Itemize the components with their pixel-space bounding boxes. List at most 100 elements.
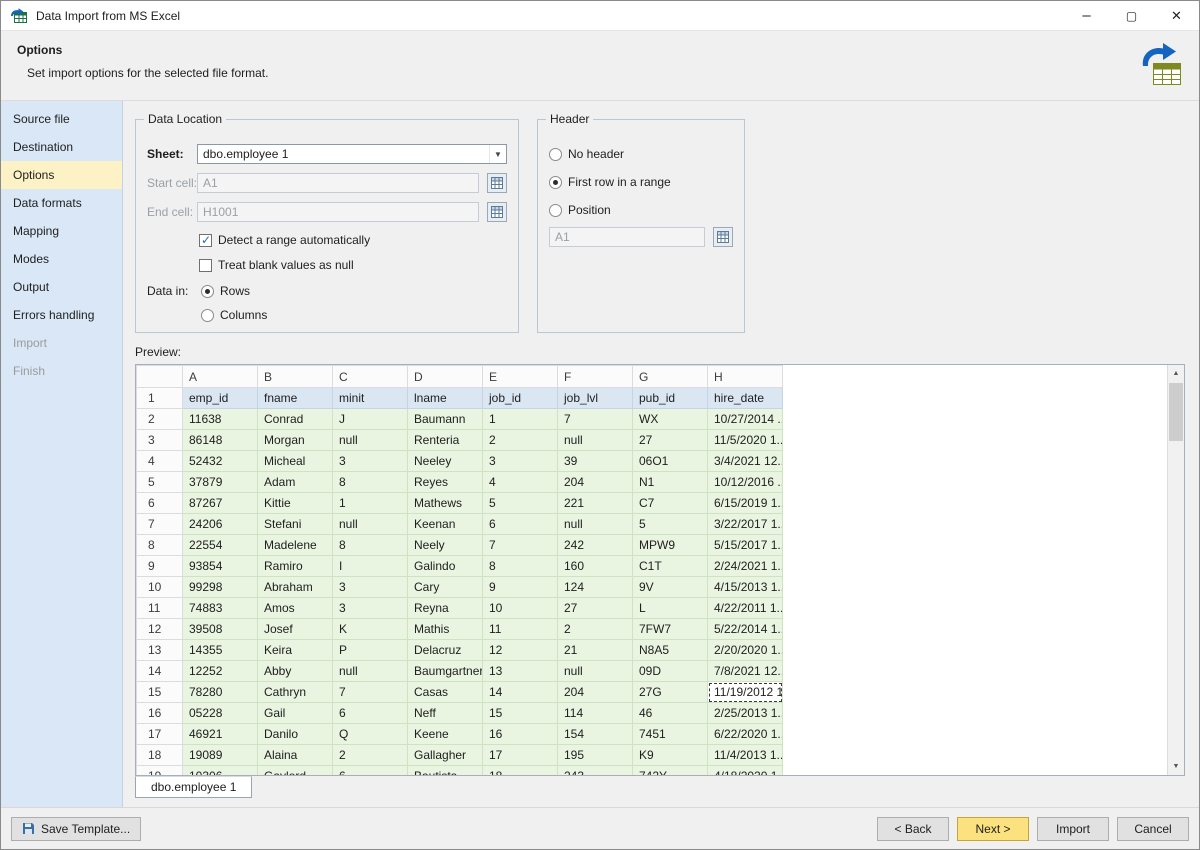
grid-cell[interactable]: Micheal (258, 451, 333, 472)
vertical-scrollbar[interactable]: ▲ ▼ (1167, 365, 1184, 775)
grid-cell[interactable]: pub_id (633, 388, 708, 409)
grid-cell[interactable]: Neeley (408, 451, 483, 472)
grid-cell[interactable]: 4/22/2011 1... (708, 598, 783, 619)
grid-cell[interactable]: 19089 (183, 745, 258, 766)
grid-cell[interactable]: 05228 (183, 703, 258, 724)
grid-cell[interactable]: 8 (333, 472, 408, 493)
grid-row-number[interactable]: 14 (137, 661, 183, 682)
grid-cell[interactable]: 11/4/2013 1... (708, 745, 783, 766)
grid-cell[interactable]: 742Y (633, 766, 708, 777)
grid-row-number[interactable]: 15 (137, 682, 183, 703)
grid-cell[interactable]: 195 (558, 745, 633, 766)
grid-cell[interactable]: 27 (558, 598, 633, 619)
grid-cell[interactable]: Keira (258, 640, 333, 661)
first-row-radio[interactable] (549, 176, 562, 189)
rows-radio[interactable] (201, 285, 214, 298)
grid-cell[interactable]: Cary (408, 577, 483, 598)
sidebar-item-output[interactable]: Output (1, 273, 122, 301)
grid-cell[interactable]: Abraham (258, 577, 333, 598)
grid-row-number[interactable]: 13 (137, 640, 183, 661)
grid-cell[interactable]: Reyna (408, 598, 483, 619)
grid-cell[interactable]: Baumann (408, 409, 483, 430)
grid-cell[interactable]: 6 (483, 514, 558, 535)
grid-cell[interactable]: 8 (483, 556, 558, 577)
grid-cell[interactable]: MPW9 (633, 535, 708, 556)
grid-row-number[interactable]: 9 (137, 556, 183, 577)
grid-cell[interactable]: 6 (333, 703, 408, 724)
grid-cell[interactable]: 46921 (183, 724, 258, 745)
grid-cell[interactable]: P (333, 640, 408, 661)
grid-column-header[interactable]: A (183, 366, 258, 388)
grid-cell[interactable]: 15 (483, 703, 558, 724)
grid-cell[interactable]: null (558, 661, 633, 682)
grid-cell[interactable]: null (333, 430, 408, 451)
grid-cell[interactable]: Alaina (258, 745, 333, 766)
cancel-button[interactable]: Cancel (1117, 817, 1189, 841)
grid-cell[interactable]: 46 (633, 703, 708, 724)
grid-cell[interactable]: 114 (558, 703, 633, 724)
grid-cell[interactable]: 13 (483, 661, 558, 682)
grid-cell[interactable]: hire_date (708, 388, 783, 409)
grid-cell[interactable]: 52432 (183, 451, 258, 472)
grid-cell[interactable]: 2/25/2013 1... (708, 703, 783, 724)
grid-cell[interactable]: Kittie (258, 493, 333, 514)
grid-cell[interactable]: 93854 (183, 556, 258, 577)
grid-cell[interactable]: Casas (408, 682, 483, 703)
grid-cell[interactable]: N8A5 (633, 640, 708, 661)
grid-cell[interactable]: 11/5/2020 1... (708, 430, 783, 451)
grid-cell[interactable]: 160 (558, 556, 633, 577)
grid-cell[interactable]: 14355 (183, 640, 258, 661)
grid-cell[interactable]: 06O1 (633, 451, 708, 472)
grid-cell[interactable]: 4 (483, 472, 558, 493)
grid-cell[interactable]: 243 (558, 766, 633, 777)
save-template-button[interactable]: Save Template... (11, 817, 141, 841)
grid-cell[interactable]: 6 (333, 766, 408, 777)
back-button[interactable]: < Back (877, 817, 949, 841)
scroll-thumb[interactable] (1169, 383, 1183, 441)
grid-cell[interactable]: Delacruz (408, 640, 483, 661)
grid-cell[interactable]: 5 (633, 514, 708, 535)
grid-cell[interactable]: 6/22/2020 1... (708, 724, 783, 745)
grid-cell[interactable]: null (558, 430, 633, 451)
grid-cell[interactable]: 74883 (183, 598, 258, 619)
grid-cell[interactable]: Josef (258, 619, 333, 640)
grid-cell[interactable]: 7 (333, 682, 408, 703)
grid-cell[interactable]: C1T (633, 556, 708, 577)
grid-cell[interactable]: 7/8/2021 12... (708, 661, 783, 682)
sidebar-item-data-formats[interactable]: Data formats (1, 189, 122, 217)
grid-column-header[interactable]: G (633, 366, 708, 388)
grid-cell[interactable]: 3/4/2021 12... (708, 451, 783, 472)
grid-cell[interactable]: Keene (408, 724, 483, 745)
grid-row-number[interactable]: 6 (137, 493, 183, 514)
grid-cell[interactable]: 124 (558, 577, 633, 598)
grid-column-header[interactable]: F (558, 366, 633, 388)
grid-row-number[interactable]: 7 (137, 514, 183, 535)
grid-cell[interactable]: job_lvl (558, 388, 633, 409)
no-header-radio[interactable] (549, 148, 562, 161)
grid-cell[interactable]: N1 (633, 472, 708, 493)
grid-cell[interactable]: Amos (258, 598, 333, 619)
grid-cell[interactable]: 12252 (183, 661, 258, 682)
grid-cell[interactable]: Conrad (258, 409, 333, 430)
treat-blank-checkbox[interactable] (199, 259, 212, 272)
grid-cell[interactable]: Bautista (408, 766, 483, 777)
grid-cell[interactable]: fname (258, 388, 333, 409)
grid-cell[interactable]: emp_id (183, 388, 258, 409)
grid-cell[interactable]: Baumgartner (408, 661, 483, 682)
sidebar-item-modes[interactable]: Modes (1, 245, 122, 273)
grid-cell[interactable]: Keenan (408, 514, 483, 535)
grid-cell[interactable]: L (633, 598, 708, 619)
grid-cell[interactable]: 78280 (183, 682, 258, 703)
grid-cell[interactable]: C7 (633, 493, 708, 514)
grid-cell[interactable]: 39 (558, 451, 633, 472)
grid-cell[interactable]: null (333, 514, 408, 535)
grid-cell[interactable]: 2 (333, 745, 408, 766)
grid-row-number[interactable]: 12 (137, 619, 183, 640)
grid-cell[interactable]: 1 (333, 493, 408, 514)
grid-cell[interactable]: Galindo (408, 556, 483, 577)
grid-cell[interactable]: 3/22/2017 1... (708, 514, 783, 535)
grid-row-number[interactable]: 3 (137, 430, 183, 451)
grid-cell[interactable]: Mathis (408, 619, 483, 640)
grid-cell[interactable]: 7FW7 (633, 619, 708, 640)
grid-cell[interactable]: 87267 (183, 493, 258, 514)
